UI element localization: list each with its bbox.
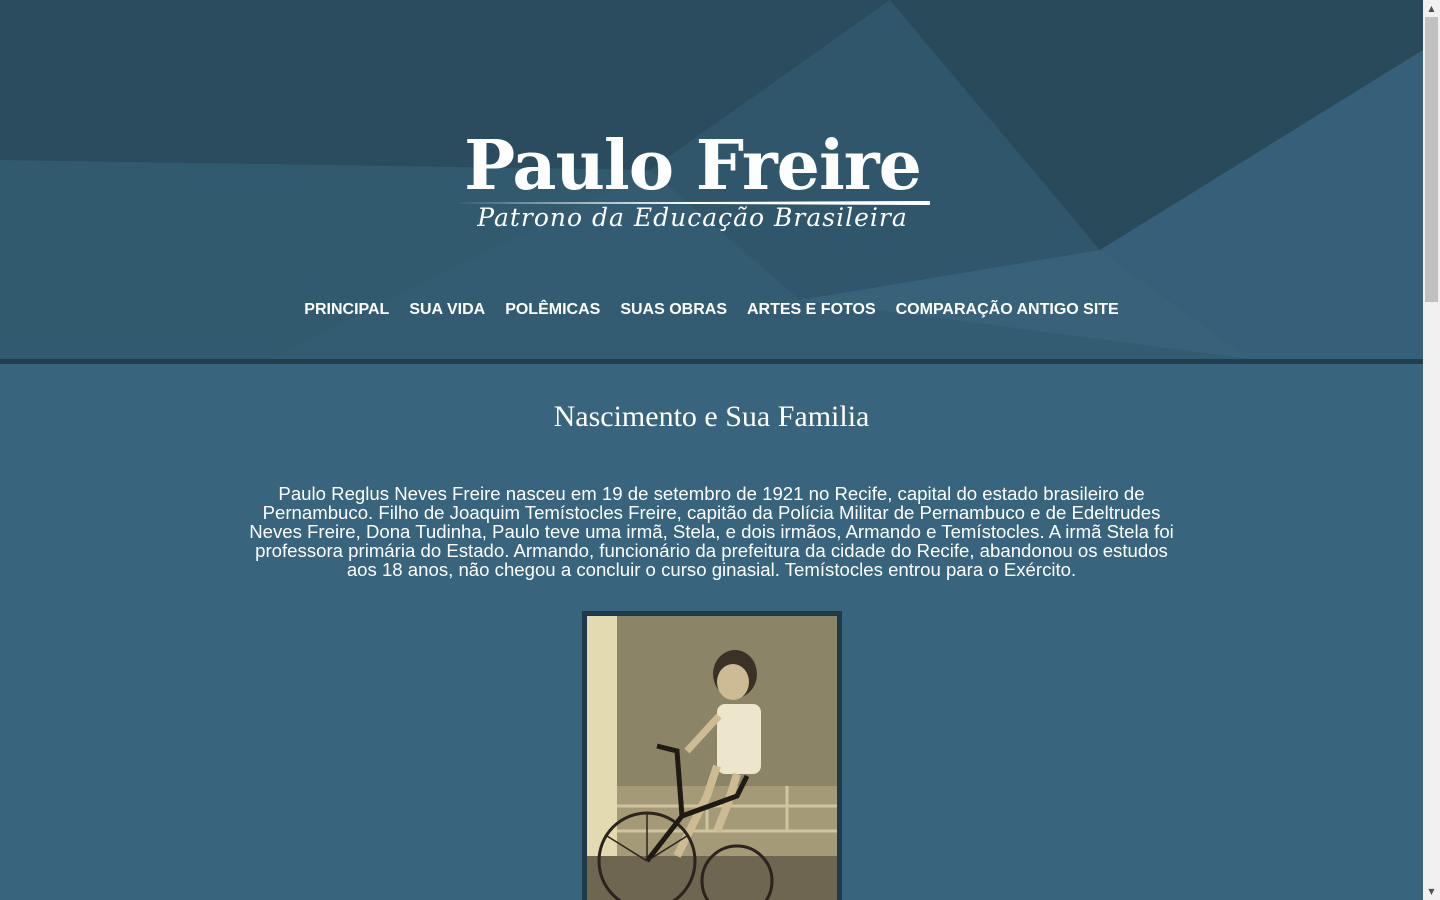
nav-item-polemicas[interactable]: POLÊMICAS [505, 299, 600, 321]
logo-title: Paulo Freire [464, 126, 922, 206]
childhood-photo [587, 616, 837, 900]
scroll-up-arrow-icon[interactable]: ▲ [1423, 0, 1440, 17]
main-nav: PRINCIPAL SUA VIDA POLÊMICAS SUAS OBRAS … [0, 299, 1423, 321]
nav-item-comparacao-antigo-site[interactable]: COMPARAÇÃO ANTIGO SITE [896, 299, 1119, 321]
logo-subtitle: Patrono da Educação Brasileira [477, 203, 908, 232]
nav-item-suas-obras[interactable]: SUAS OBRAS [620, 299, 727, 321]
header-border [0, 359, 1423, 364]
nav-item-sua-vida[interactable]: SUA VIDA [409, 299, 485, 321]
site-header: Paulo Freire Patrono da Educação Brasile… [0, 0, 1423, 359]
scroll-down-arrow-icon[interactable]: ▼ [1423, 883, 1440, 900]
scrollbar-thumb[interactable] [1425, 17, 1438, 302]
biography-paragraph: Paulo Reglus Neves Freire nasceu em 19 d… [249, 483, 1174, 580]
nav-item-artes-e-fotos[interactable]: ARTES E FOTOS [747, 299, 876, 321]
photo-frame [582, 611, 842, 900]
vertical-scrollbar[interactable]: ▲ ▼ [1423, 0, 1440, 900]
child-on-tricycle-photo [587, 616, 837, 900]
page-heading: Nascimento e Sua Familia [553, 400, 870, 433]
nav-item-principal[interactable]: PRINCIPAL [304, 299, 389, 321]
site-logo[interactable]: Paulo Freire Patrono da Educação Brasile… [450, 128, 935, 238]
page: Paulo Freire Patrono da Educação Brasile… [0, 0, 1423, 900]
